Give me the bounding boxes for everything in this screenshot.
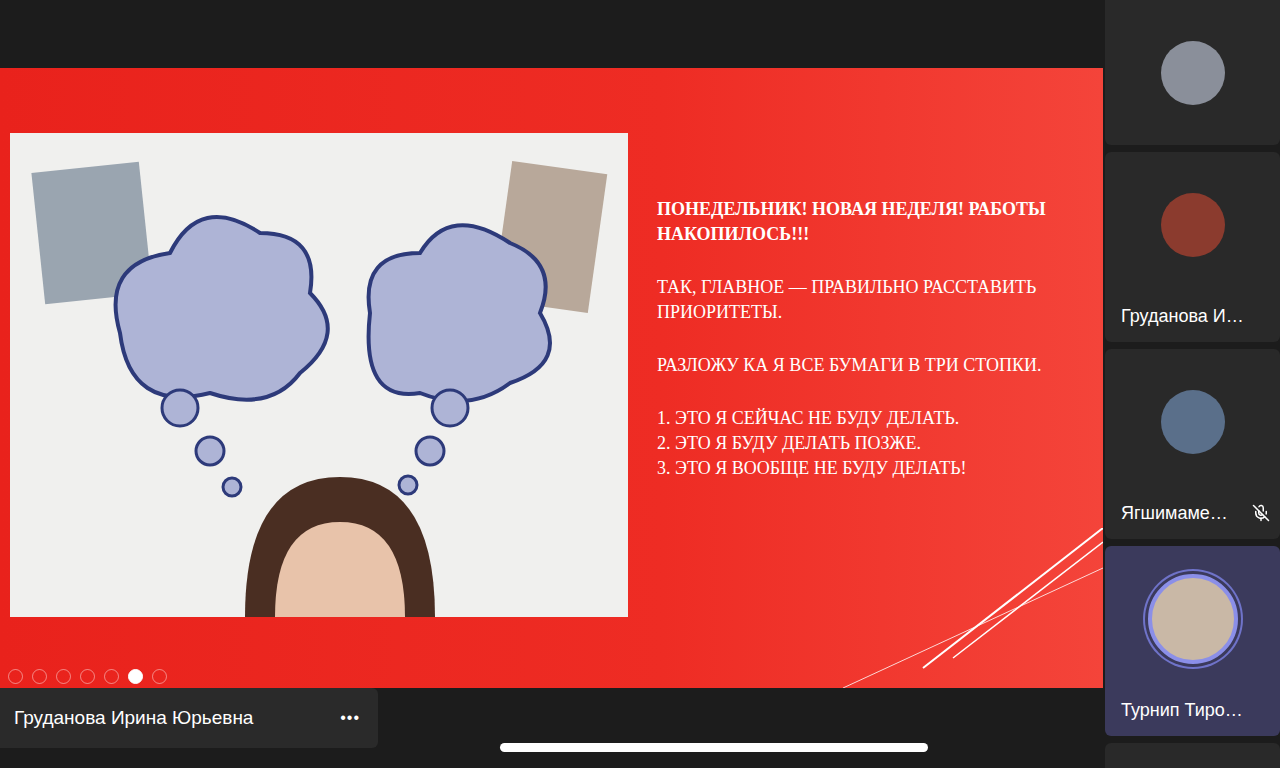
presenter-label: Груданова Ирина Юрьевна ••• [0,688,378,748]
slide-heading: ПОНЕДЕЛЬНИК! НОВАЯ НЕДЕЛЯ! РАБОТЫ НАКОПИ… [657,197,1067,247]
slide-list-item: 2. ЭТО Я БУДУ ДЕЛАТЬ ПОЗЖЕ. [657,431,1067,456]
slide-nav-dot[interactable] [152,669,167,684]
meeting-screen: ПОНЕДЕЛЬНИК! НОВАЯ НЕДЕЛЯ! РАБОТЫ НАКОПИ… [0,0,1280,768]
thinking-woman-icon [10,133,628,617]
avatar [1161,390,1225,454]
shared-screen: ПОНЕДЕЛЬНИК! НОВАЯ НЕДЕЛЯ! РАБОТЫ НАКОПИ… [0,0,1103,768]
participant-tile[interactable] [1105,0,1280,145]
participant-tile[interactable] [1105,743,1280,768]
participant-tile[interactable]: Турнип Тиро… [1105,546,1280,736]
presenter-name: Груданова Ирина Юрьевна [14,707,253,729]
participant-tile[interactable]: Груданова И… [1105,152,1280,342]
avatar [1161,193,1225,257]
avatar [1148,574,1238,664]
slide-nav-dot[interactable] [8,669,23,684]
participant-name: Турнип Тиро… [1121,700,1243,721]
slide-nav-dot[interactable] [104,669,119,684]
slide-nav-dot[interactable] [56,669,71,684]
slide-list-item: 1. ЭТО Я СЕЙЧАС НЕ БУДУ ДЕЛАТЬ. [657,406,1067,431]
more-button[interactable]: ••• [336,705,364,731]
slide-list-item: 3. ЭТО Я ВООБЩЕ НЕ БУДУ ДЕЛАТЬ! [657,456,1067,481]
avatar [1161,41,1225,105]
mic-off-icon [1252,504,1270,522]
slide-nav [8,669,167,684]
home-indicator [500,743,928,752]
slide-paragraph: ТАК, ГЛАВНОЕ — ПРАВИЛЬНО РАССТАВИТЬ ПРИО… [657,275,1067,325]
participants-panel: Груданова И… Ягшимаме… Турнип Тиро… [1103,0,1280,768]
slide-nav-dot[interactable] [80,669,95,684]
slide-list: 1. ЭТО Я СЕЙЧАС НЕ БУДУ ДЕЛАТЬ.2. ЭТО Я … [657,406,1067,481]
slide: ПОНЕДЕЛЬНИК! НОВАЯ НЕДЕЛЯ! РАБОТЫ НАКОПИ… [0,68,1103,688]
slide-paragraph: РАЗЛОЖУ КА Я ВСЕ БУМАГИ В ТРИ СТОПКИ. [657,353,1067,378]
slide-illustration [10,133,628,617]
slide-nav-dot[interactable] [32,669,47,684]
participant-tile[interactable]: Ягшимаме… [1105,349,1280,539]
participant-name: Ягшимаме… [1121,503,1228,524]
participant-name: Груданова И… [1121,306,1244,327]
decorative-lines-icon [803,528,1103,688]
slide-text: ПОНЕДЕЛЬНИК! НОВАЯ НЕДЕЛЯ! РАБОТЫ НАКОПИ… [657,133,1067,688]
slide-nav-dot[interactable] [128,669,143,684]
